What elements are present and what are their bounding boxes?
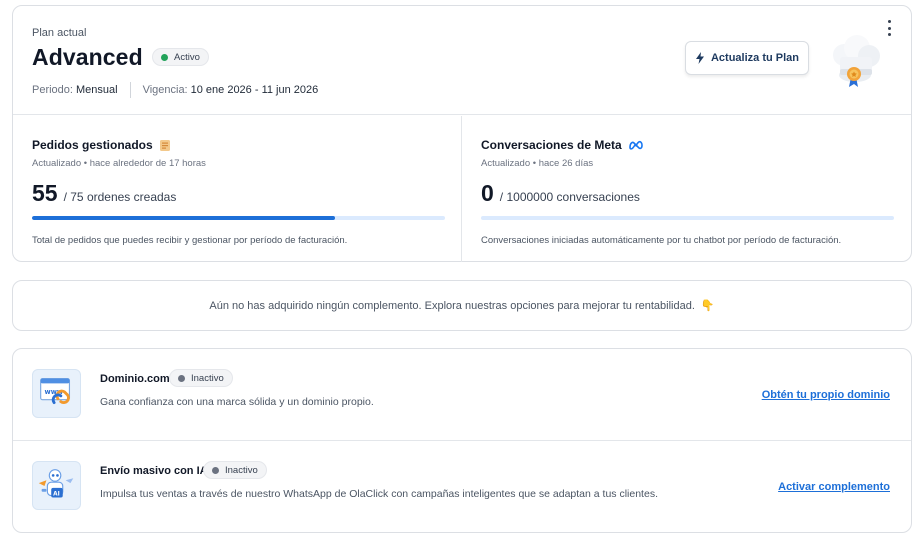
- validity-value: 10 ene 2026 - 11 jun 2026: [190, 84, 319, 96]
- plan-meta: Periodo: Mensual Vigencia: 10 ene 2026 -…: [32, 82, 318, 98]
- conversations-count: 0: [481, 180, 494, 206]
- orders-progress-bar: [32, 216, 445, 220]
- receipt-icon: [159, 139, 170, 151]
- plan-card: Plan actual Advanced Activo Periodo: Men…: [12, 5, 912, 262]
- activate-addon-link[interactable]: Activar complemento: [778, 481, 890, 493]
- pointing-down-icon: 👇: [700, 300, 715, 312]
- status-dot-icon: [161, 53, 168, 61]
- status-dot-icon: [178, 374, 185, 382]
- orders-value: 55 / 75 ordenes creadas: [32, 180, 176, 207]
- addon-item-domain: www Dominio.com Inactivo Gana confianza …: [13, 349, 911, 441]
- conversations-value: 0 / 1000000 conversaciones: [481, 180, 640, 207]
- addon-status-text-ai: Inactivo: [225, 464, 258, 476]
- orders-description: Total de pedidos que puedes recibir y ge…: [32, 235, 348, 246]
- addon-description-ai: Impulsa tus ventas a través de nuestro W…: [100, 488, 658, 500]
- ai-robot-icon: AI: [32, 461, 81, 510]
- plan-label: Plan actual: [32, 27, 87, 39]
- addons-list: www Dominio.com Inactivo Gana confianza …: [12, 348, 912, 533]
- addon-item-ai-mass-send: AI Envío masivo con IA Inactivo Impulsa …: [13, 441, 911, 533]
- validity-label: Vigencia:: [142, 84, 188, 96]
- chef-hat-medal-icon: [833, 35, 880, 87]
- plan-status-text: Activo: [174, 51, 200, 63]
- conversations-title-text: Conversaciones de Meta: [481, 138, 622, 152]
- period-value: Mensual: [75, 84, 118, 96]
- conversations-updated: Actualizado • hace 26 días: [481, 158, 594, 169]
- conversations-unit: / 1000000 conversaciones: [499, 190, 640, 204]
- status-dot-icon: [212, 466, 219, 474]
- addon-title-domain: Dominio.com: [100, 373, 170, 385]
- addons-notice: Aún no has adquirido ningún complemento.…: [12, 280, 912, 331]
- conversations-description: Conversaciones iniciadas automáticamente…: [481, 235, 842, 246]
- orders-updated: Actualizado • hace alrededor de 17 horas: [32, 158, 206, 169]
- addon-title-ai: Envío masivo con IA: [100, 465, 208, 477]
- plan-summary: Plan actual Advanced Activo Periodo: Men…: [13, 6, 911, 115]
- upgrade-plan-button[interactable]: Actualiza tu Plan: [685, 41, 809, 75]
- svg-text:AI: AI: [53, 492, 60, 498]
- conversations-title: Conversaciones de Meta: [481, 138, 644, 152]
- addon-status-badge-domain: Inactivo: [169, 369, 233, 387]
- orders-stat: Pedidos gestionados Actualizado • hace a…: [13, 116, 462, 262]
- www-link-icon: www: [32, 369, 81, 418]
- upgrade-plan-label: Actualiza tu Plan: [710, 52, 800, 64]
- conversations-progress-bar: [481, 216, 894, 220]
- orders-count: 55: [32, 180, 58, 206]
- orders-title: Pedidos gestionados: [32, 138, 172, 152]
- orders-progress-fill: [32, 216, 335, 220]
- orders-title-text: Pedidos gestionados: [32, 138, 153, 152]
- addon-status-badge-ai: Inactivo: [203, 461, 267, 479]
- lightning-icon: [695, 52, 704, 64]
- kebab-menu-icon[interactable]: [883, 20, 895, 36]
- orders-unit: / 75 ordenes creadas: [63, 190, 177, 204]
- notice-text: Aún no has adquirido ningún complemento.…: [209, 299, 695, 312]
- plan-status-badge: Activo: [152, 48, 209, 66]
- plan-name: Advanced: [32, 44, 143, 70]
- conversations-stat: Conversaciones de Meta Actualizado • hac…: [462, 116, 911, 262]
- addon-description-domain: Gana confianza con una marca sólida y un…: [100, 396, 374, 408]
- meta-divider: [129, 82, 131, 98]
- get-domain-link[interactable]: Obtén tu propio dominio: [762, 389, 890, 401]
- period-label: Periodo:: [32, 84, 73, 96]
- meta-logo-icon: [628, 140, 643, 150]
- addon-status-text-domain: Inactivo: [191, 372, 224, 384]
